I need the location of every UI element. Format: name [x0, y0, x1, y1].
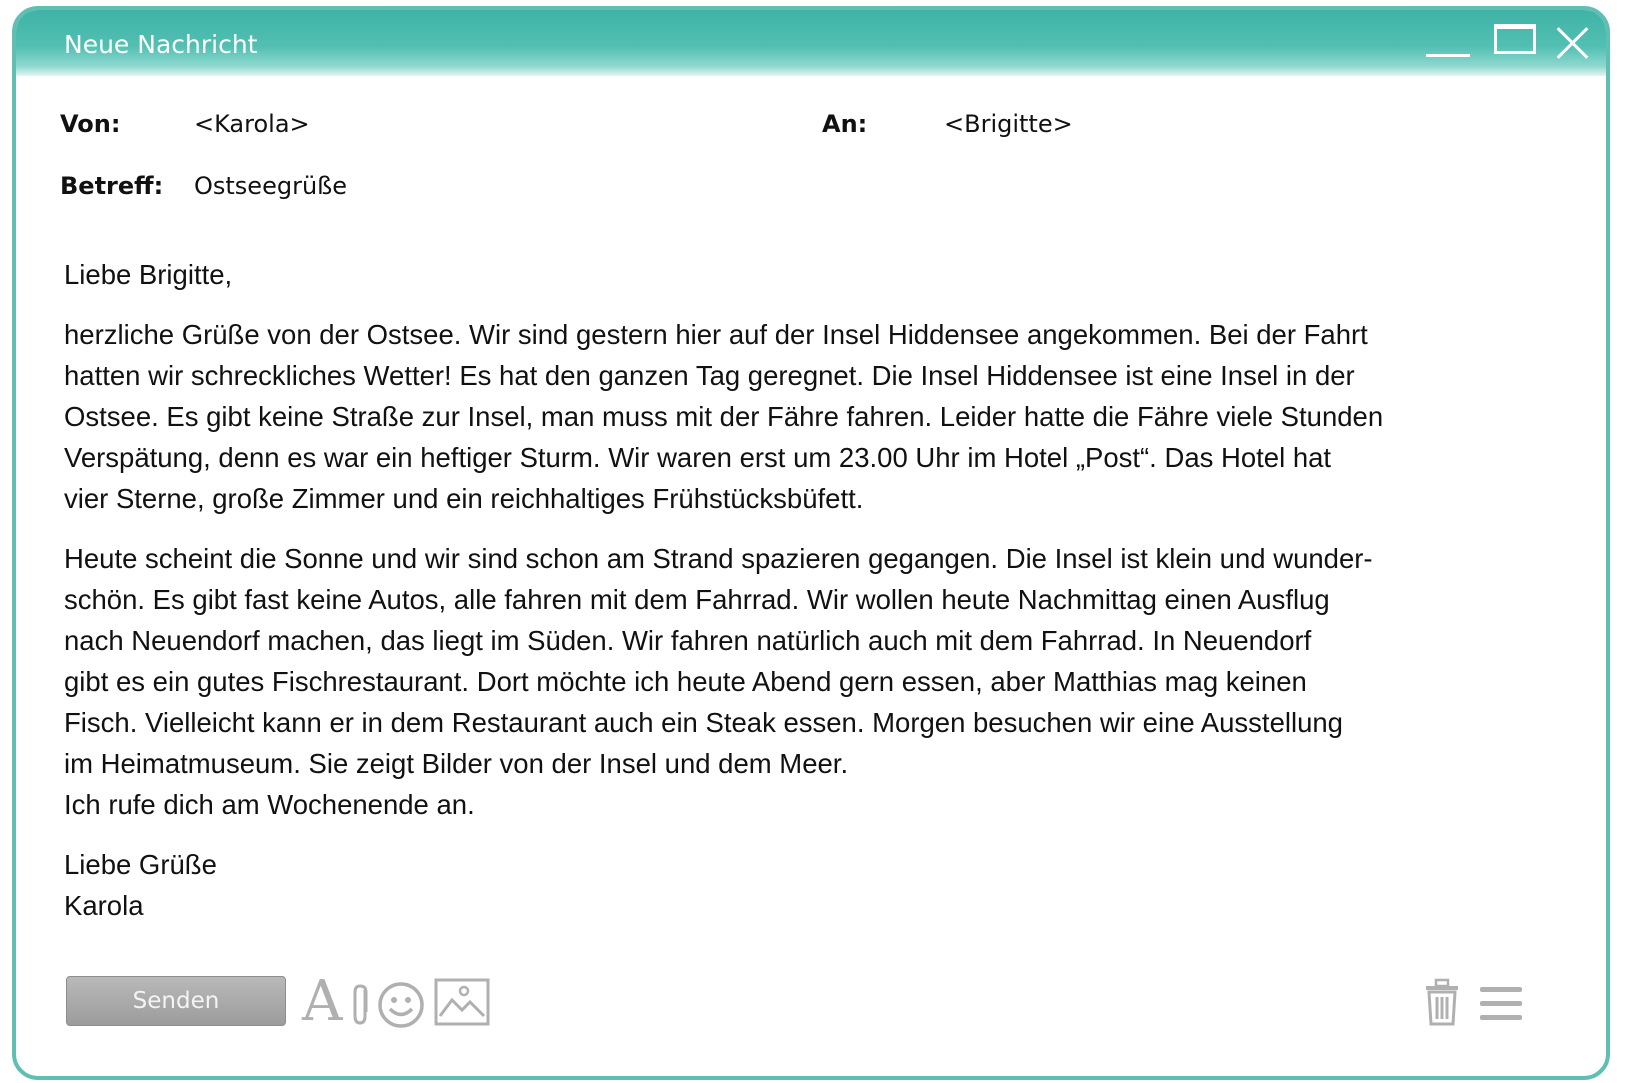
menu-icon[interactable]: [1478, 984, 1524, 1024]
signature-line: Karola: [64, 890, 144, 921]
text-line: im Heimatmuseum. Sie zeigt Bilder von de…: [64, 748, 849, 779]
text-line: Ich rufe dich am Wochenende an.: [64, 789, 475, 820]
window-title: Neue Nachricht: [64, 30, 258, 59]
text-line: Heute scheint die Sonne und wir sind sch…: [64, 543, 1373, 574]
to-field[interactable]: <Brigitte>: [944, 110, 1073, 138]
text-line: gibt es ein gutes Fischrestaurant. Dort …: [64, 666, 1307, 697]
closing-line: Liebe Grüße: [64, 849, 217, 880]
to-label: An:: [822, 110, 868, 138]
from-label: Von:: [60, 110, 121, 138]
email-compose-window: Neue Nachricht Von: <Karola> An: <Brigit…: [12, 6, 1610, 1080]
text-line: hatten wir schreckliches Wetter! Es hat …: [64, 360, 1355, 391]
message-paragraph-1: herzliche Grüße von der Ostsee. Wir sind…: [64, 314, 1584, 519]
message-greeting: Liebe Brigitte,: [64, 259, 233, 290]
font-format-icon[interactable]: A: [302, 972, 342, 1032]
message-body[interactable]: Liebe Brigitte, herzliche Grüße von der …: [64, 254, 1584, 945]
close-icon[interactable]: [1554, 24, 1592, 60]
text-line: nach Neuendorf machen, das liegt im Süde…: [64, 625, 1312, 656]
image-icon[interactable]: [434, 978, 490, 1026]
minimize-icon[interactable]: [1426, 54, 1470, 57]
text-line: Fisch. Vielleicht kann er in dem Restaur…: [64, 707, 1343, 738]
message-closing: Liebe Grüße Karola: [64, 844, 1584, 926]
subject-field[interactable]: Ostseegrüße: [194, 172, 347, 200]
smiley-icon[interactable]: [376, 980, 426, 1030]
text-line: herzliche Grüße von der Ostsee. Wir sind…: [64, 319, 1368, 350]
text-line: Verspätung, denn es war ein heftiger Stu…: [64, 442, 1332, 473]
maximize-icon[interactable]: [1494, 24, 1536, 54]
paperclip-icon[interactable]: [350, 982, 372, 1028]
trash-icon[interactable]: [1422, 978, 1462, 1028]
text-line: Ostsee. Es gibt keine Straße zur Insel, …: [64, 401, 1384, 432]
text-line: schön. Es gibt fast keine Autos, alle fa…: [64, 584, 1330, 615]
from-field[interactable]: <Karola>: [194, 110, 310, 138]
message-paragraph-2: Heute scheint die Sonne und wir sind sch…: [64, 538, 1584, 825]
send-button[interactable]: Senden: [66, 976, 286, 1026]
text-line: vier Sterne, große Zimmer und ein reichh…: [64, 483, 864, 514]
title-bar: Neue Nachricht: [16, 10, 1606, 76]
subject-label: Betreff:: [60, 172, 164, 200]
